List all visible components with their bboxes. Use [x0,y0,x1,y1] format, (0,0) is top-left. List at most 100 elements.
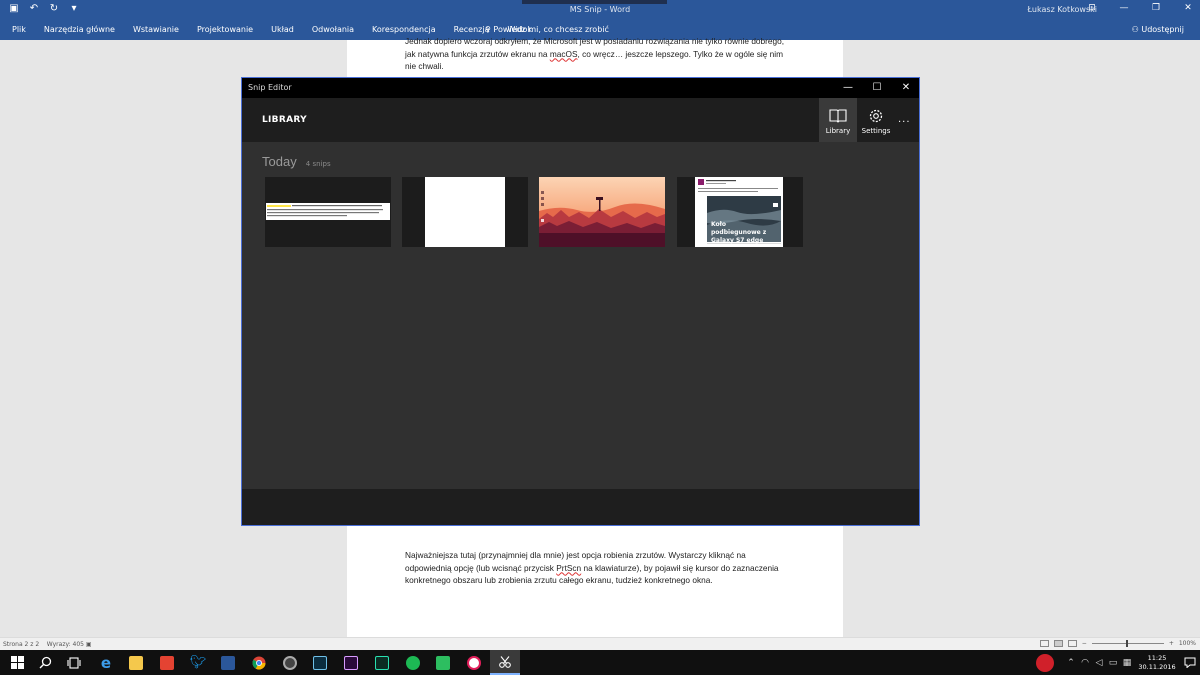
library-button[interactable]: Library [819,98,857,142]
taskbar-spotify[interactable] [398,650,428,675]
task-view-icon [67,656,81,669]
document-paragraph-top: Jednak dopiero wczoraj odkryłem, że Micr… [405,35,785,73]
aperture-icon [283,655,297,670]
minimize-icon[interactable]: — [1118,3,1130,13]
restore-icon[interactable]: ❐ [1150,3,1162,13]
taskbar-lightroom[interactable] [305,650,335,675]
library-heading: LIBRARY [262,115,307,125]
gear-icon [869,109,883,123]
taskbar-chrome[interactable] [244,650,274,675]
thumbnail-sunset-landscape [539,177,665,247]
tab-insert[interactable]: Wstawianie [133,25,179,34]
taskbar: e 🐦︎ ⌃ ◠ ◁ ▭ ▦ 11:25 30.11.2016 [0,650,1200,675]
zoom-in-icon[interactable]: + [1169,640,1174,647]
taskbar-premiere[interactable] [336,650,366,675]
close-icon[interactable]: ✕ [1182,3,1194,13]
tab-home[interactable]: Narzędzia główne [44,25,115,34]
taskbar-todoist[interactable] [152,650,182,675]
word-icon [221,655,235,670]
tab-plik[interactable]: Plik [12,25,26,34]
web-layout-button[interactable] [1067,640,1077,647]
chevron-up-icon[interactable]: ⌃ [1064,658,1078,668]
ribbon-tabs: Plik Narzędzia główne Wstawianie Projekt… [12,25,550,34]
snip-title-bar[interactable]: Snip Editor — ☐ ✕ [242,78,919,98]
tab-layout[interactable]: Układ [271,25,294,34]
word-title-bar: ▣ ↶ ↻ ▾ MS Snip - Word Łukasz Kotkowski … [0,0,1200,20]
ribbon-display-icon[interactable]: ⊡ [1086,3,1098,13]
document-paragraph-bottom: Najważniejsza tutaj (przynajmniej dla mn… [405,549,785,587]
wifi-icon[interactable]: ◠ [1078,658,1092,668]
edge-icon: e [100,653,112,672]
word-count[interactable]: Wyrazy: 405 [47,641,84,648]
snip-count: 4 snips [305,160,331,168]
start-button[interactable] [2,650,32,675]
tab-design[interactable]: Projektowanie [197,25,253,34]
share-button[interactable]: ⚇ Udostępnij [1132,25,1184,34]
spotify-icon [406,655,420,670]
snip-thumbnail[interactable]: Koło podbiegunowe z Galaxy S7 edge [677,177,803,247]
tray-app-icon[interactable] [1036,653,1054,672]
notification-icon [1184,657,1196,668]
taskbar-snip[interactable] [490,650,520,675]
search-icon [39,656,51,669]
volume-icon[interactable]: ◁ [1092,658,1106,668]
system-tray: ⌃ ◠ ◁ ▭ ▦ 11:25 30.11.2016 [1036,650,1200,675]
lightroom-icon [313,655,327,670]
settings-button[interactable]: Settings [857,98,895,142]
snip-maximize-icon[interactable]: ☐ [862,78,892,98]
snip-minimize-icon[interactable]: — [833,78,863,98]
taskbar-edge[interactable]: e [91,650,121,675]
chrome-icon [252,656,266,669]
title-accent-strip [522,0,667,4]
library-label: Library [825,127,851,135]
zoom-out-icon[interactable]: − [1082,640,1087,647]
tab-references[interactable]: Odwołania [312,25,354,34]
thumbnail-caption: Koło podbiegunowe z Galaxy S7 edge [711,221,767,244]
evernote-icon [436,655,450,670]
audition-icon [375,655,389,670]
taskbar-slack[interactable] [459,650,489,675]
taskbar-aperture-app[interactable] [275,650,305,675]
status-left: Strona 2 z 2 Wyrazy: 405 ▣ [3,641,92,648]
word-window-controls: ⊡ — ❐ ✕ [1086,3,1194,13]
todoist-icon [160,655,174,670]
lightbulb-icon: ♀ [485,25,491,34]
taskbar-clock[interactable]: 11:25 30.11.2016 [1134,654,1180,672]
twitter-icon: 🐦︎ [189,655,207,670]
taskbar-audition[interactable] [367,650,397,675]
taskbar-twitter[interactable]: 🐦︎ [183,650,213,675]
taskbar-evernote[interactable] [428,650,458,675]
thumbnail-blank-page [402,177,528,247]
read-mode-button[interactable] [1039,640,1049,647]
snip-thumbnail[interactable] [539,177,665,247]
book-icon [829,109,847,123]
keyboard-icon[interactable]: ▦ [1120,658,1134,668]
folder-icon [129,655,143,670]
snip-close-icon[interactable]: ✕ [891,78,921,98]
section-today: Today 4 snips [262,151,331,170]
taskbar-explorer[interactable] [121,650,151,675]
snip-footer [242,489,919,525]
print-layout-button[interactable] [1053,640,1063,647]
action-center-button[interactable] [1180,650,1200,675]
clock-date: 30.11.2016 [1138,662,1176,671]
scissors-icon [499,655,511,668]
tab-mailings[interactable]: Korespondencja [372,25,436,34]
snip-thumbnail[interactable] [265,177,391,247]
search-button[interactable] [30,650,60,675]
premiere-icon [344,655,358,670]
task-view-button[interactable] [59,650,89,675]
proofing-icon[interactable]: ▣ [86,641,92,648]
more-button[interactable]: ... [898,114,911,125]
battery-icon[interactable]: ▭ [1106,658,1120,668]
tell-me-box[interactable]: ♀ Powiedz mi, co chcesz zrobić [485,25,609,34]
tell-me-text: Powiedz mi, co chcesz zrobić [493,25,609,34]
zoom-slider[interactable] [1091,640,1164,647]
taskbar-word[interactable] [213,650,243,675]
windows-logo-icon [10,656,24,669]
zoom-slider-thumb[interactable] [1125,640,1128,647]
clock-time: 11:25 [1147,653,1167,662]
page-count[interactable]: Strona 2 z 2 [3,641,39,648]
snip-thumbnail[interactable] [402,177,528,247]
zoom-level[interactable]: 100% [1179,640,1196,647]
